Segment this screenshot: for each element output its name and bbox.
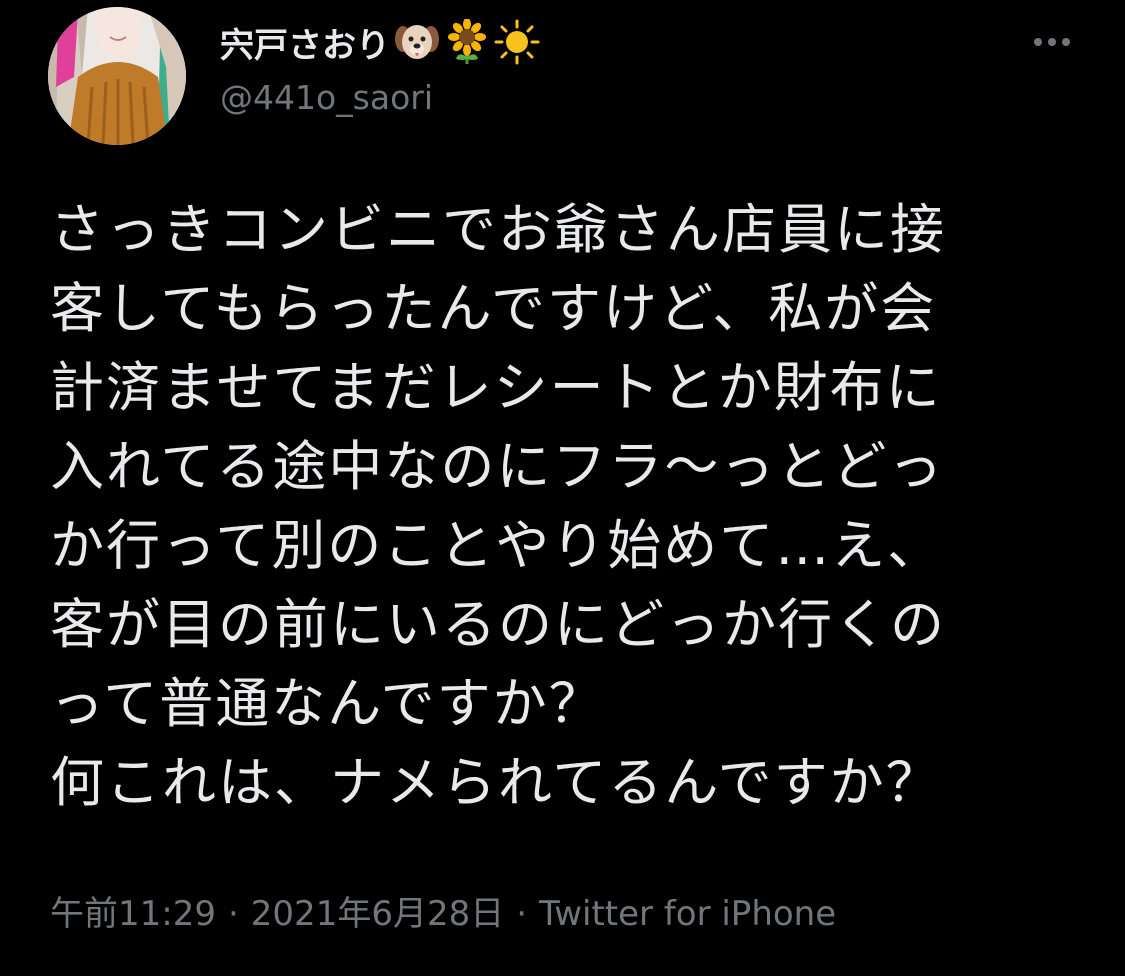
user-handle[interactable]: @441o_saori bbox=[220, 78, 540, 117]
sun-emoji bbox=[494, 19, 540, 65]
tweet-text-line: か行って別のことやり始めて…え、 bbox=[50, 514, 944, 577]
more-options-icon bbox=[1034, 38, 1070, 46]
tweet-date[interactable]: 2021年6月28日 bbox=[251, 894, 504, 934]
display-name: 宍戸さおり bbox=[220, 25, 390, 66]
avatar-image bbox=[48, 7, 186, 145]
tweet-text-line: 計済ませてまだレシートとか財布に bbox=[50, 356, 942, 419]
tweet-text-line: 客が目の前にいるのにどっか行くの bbox=[50, 593, 946, 656]
more-options-button[interactable] bbox=[1024, 20, 1080, 64]
tweet: 宍戸さおり @441o_saori さっきコンビニでお爺さん店員に接 客してもら… bbox=[0, 0, 1125, 976]
tweet-time[interactable]: 午前11:29 bbox=[50, 894, 216, 934]
tweet-text-line: 何これは、ナメられてるんですか？ bbox=[50, 751, 942, 814]
tweet-text-line: さっきコンビニでお爺さん店員に接 bbox=[50, 198, 946, 261]
author-info: 宍戸さおり @441o_saori bbox=[220, 14, 540, 117]
tweet-source[interactable]: Twitter for iPhone bbox=[539, 894, 836, 934]
separator: · bbox=[516, 894, 528, 934]
sunflower-emoji bbox=[444, 19, 490, 65]
tweet-text: さっきコンビニでお爺さん店員に接 客してもらったんですけど、私が会 計済ませてま… bbox=[50, 190, 1050, 822]
tweet-metadata: 午前11:29 · 2021年6月28日 · Twitter for iPhone bbox=[50, 886, 836, 935]
dog-face-emoji bbox=[394, 19, 440, 65]
avatar[interactable] bbox=[48, 7, 186, 145]
tweet-text-line: 客してもらったんですけど、私が会 bbox=[50, 277, 937, 340]
separator: · bbox=[227, 894, 239, 934]
display-name-row[interactable]: 宍戸さおり bbox=[220, 14, 540, 70]
tweet-text-line: って普通なんですか？ bbox=[50, 672, 605, 735]
tweet-text-line: 入れてる途中なのにフラ〜っとどっ bbox=[50, 435, 945, 498]
